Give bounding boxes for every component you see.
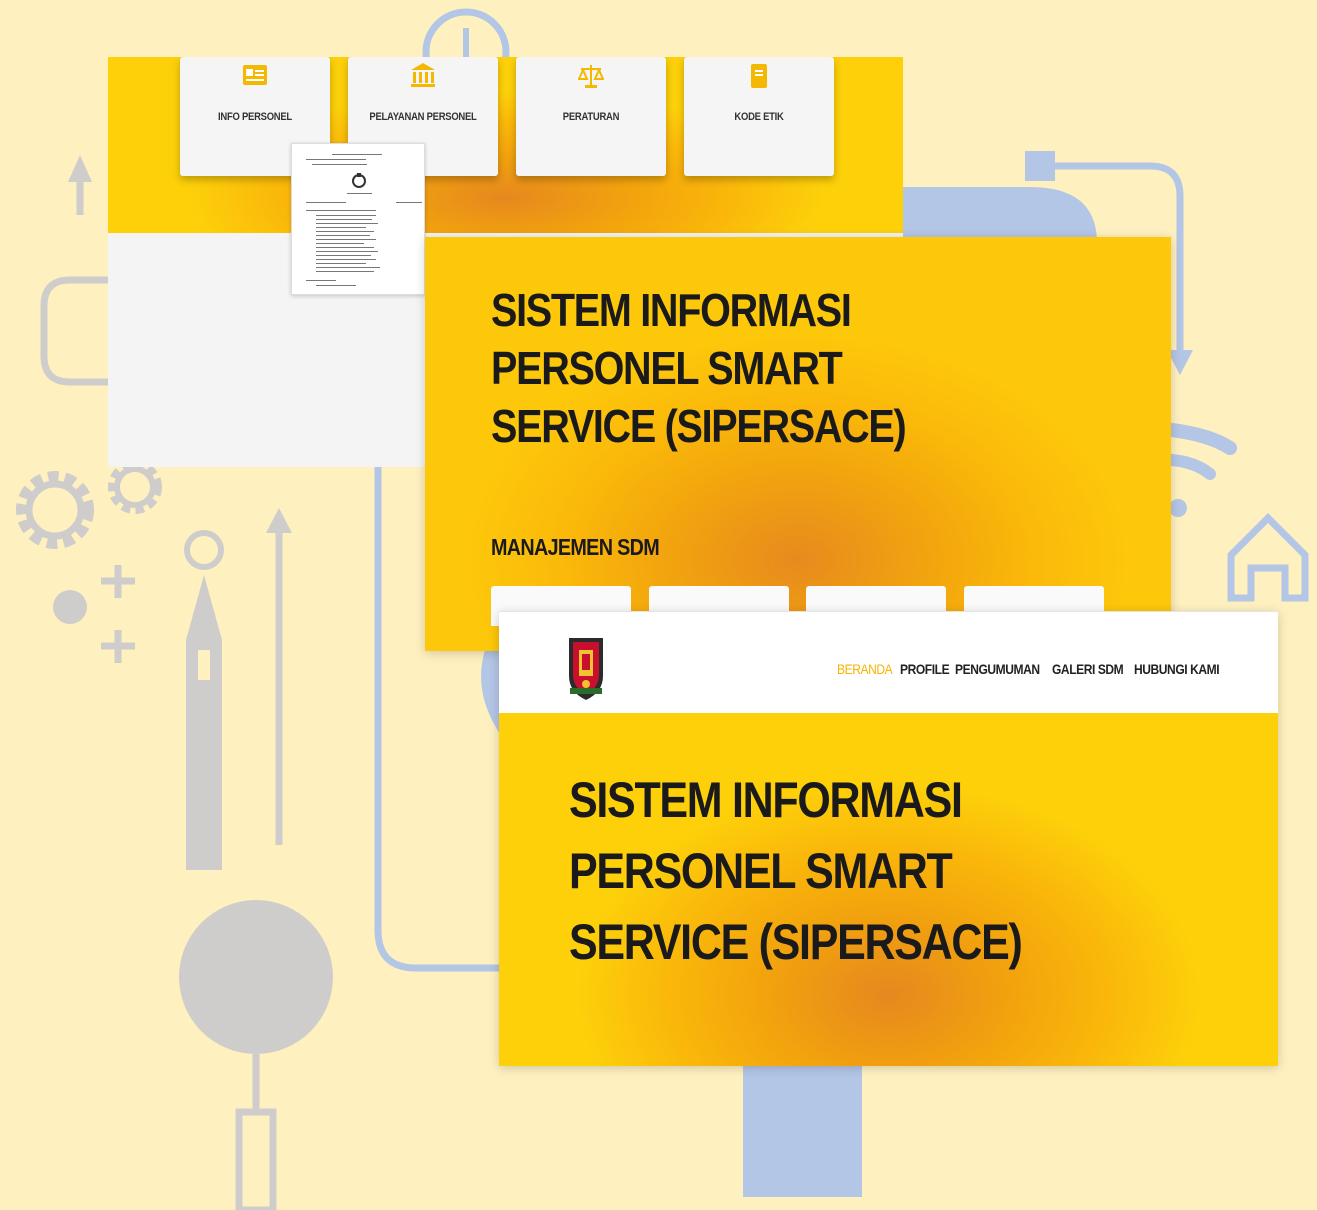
blue-stand-shape	[743, 1062, 862, 1197]
card-label: PERATURAN	[562, 111, 620, 123]
navbar: BERANDA PROFILE PENGUMUMAN GALERI SDM HU…	[499, 611, 1278, 714]
frame-outline-icon	[40, 276, 112, 386]
gear-icon	[16, 460, 162, 549]
nav-pengumuman[interactable]: PENGUMUMAN	[955, 661, 1040, 677]
brush-icon	[184, 530, 224, 870]
nav-profile[interactable]: PROFILE	[900, 661, 950, 677]
front-hero-banner: SISTEM INFORMASI PERSONEL SMART SERVICE …	[499, 713, 1278, 1066]
hero-title: SISTEM INFORMASI PERSONEL SMART SERVICE …	[569, 765, 1119, 978]
main-nav: BERANDA PROFILE PENGUMUMAN GALERI SDM HU…	[837, 661, 1227, 679]
nav-galeri-sdm[interactable]: GALERI SDM	[1052, 661, 1124, 677]
section-subtitle: MANAJEMEN SDM	[491, 534, 660, 560]
middle-screenshot-panel: SISTEM INFORMASI PERSONEL SMART SERVICE …	[425, 237, 1171, 651]
card-label: KODE ETIK	[734, 111, 784, 123]
house-icon	[1227, 513, 1309, 602]
card-label: INFO PERSONEL	[218, 111, 292, 123]
hero-title-line: SISTEM INFORMASI	[491, 284, 852, 336]
dot-icon	[53, 590, 87, 624]
kode-etik-card[interactable]: KODE ETIK	[684, 57, 834, 176]
hero-title-line: SERVICE (SIPERSACE)	[491, 400, 907, 452]
front-screenshot-panel: BERANDA PROFILE PENGUMUMAN GALERI SDM HU…	[499, 611, 1278, 1066]
plus-icon	[101, 565, 135, 663]
card-label: PELAYANAN PERSONEL	[369, 111, 477, 123]
police-emblem-logo[interactable]	[567, 636, 605, 702]
peraturan-card[interactable]: PERATURAN	[516, 57, 666, 176]
nav-hubungi-kami[interactable]: HUBUNGI KAMI	[1134, 661, 1220, 677]
magnifier-icon	[179, 900, 333, 1210]
hero-title-line: PERSONEL SMART	[569, 843, 953, 899]
hero-title: SISTEM INFORMASI PERSONEL SMART SERVICE …	[491, 281, 1007, 455]
document-preview[interactable]	[291, 143, 425, 295]
scale-balance-icon	[578, 65, 604, 88]
emblem-icon	[352, 173, 366, 188]
hero-title-line: PERSONEL SMART	[491, 342, 843, 394]
book-icon	[751, 64, 767, 88]
bank-building-icon	[411, 63, 435, 87]
nav-beranda[interactable]: BERANDA	[837, 661, 893, 677]
hero-title-line: SISTEM INFORMASI	[569, 772, 963, 828]
wifi-icon	[1165, 423, 1237, 517]
id-card-icon	[243, 65, 267, 85]
arrow-up-icon	[68, 155, 92, 215]
hero-title-line: SERVICE (SIPERSACE)	[569, 914, 1023, 970]
arrow-up-icon	[266, 508, 292, 845]
